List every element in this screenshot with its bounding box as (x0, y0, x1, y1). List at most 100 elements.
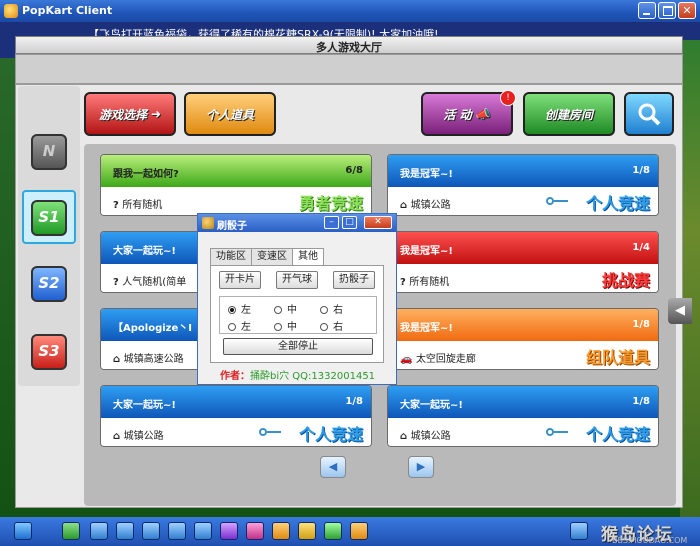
key-icon (546, 197, 568, 206)
tab-other[interactable]: 其他 (292, 248, 324, 266)
radio-dot (320, 306, 328, 314)
side-panel-toggle[interactable]: ◀ (668, 298, 692, 324)
room-player-count: 1/8 (632, 396, 650, 407)
open-card-button[interactable]: 开卡片 (219, 271, 261, 289)
channel-s3-button[interactable]: S3 (31, 334, 67, 370)
maximize-button[interactable] (658, 2, 676, 19)
chart-icon[interactable] (194, 522, 212, 540)
dialog-tabs: 功能区 变速区 其他 (210, 248, 324, 266)
trophy-icon[interactable] (298, 522, 316, 540)
window-titlebar[interactable]: PopKart Client ✕ (0, 0, 700, 22)
room-body: ⌂ 城镇公路 个人竞速 (388, 418, 658, 446)
info-panel (15, 54, 683, 84)
room-title: 我是冠军~! (400, 323, 453, 334)
room-card[interactable]: 我是冠军~! 1/8 🚗 太空回旋走廊 组队道具 (387, 308, 659, 370)
game-select-button[interactable]: 游戏选择 ➜ (84, 92, 176, 136)
radio-center[interactable]: 中 (274, 318, 297, 333)
room-header: 大家一起玩~! 1/8 (101, 386, 371, 418)
minimize-button[interactable] (638, 2, 656, 19)
window-title: PopKart Client (22, 4, 113, 17)
room-title: 大家一起玩~! (113, 246, 176, 257)
coin-icon[interactable] (272, 522, 290, 540)
radio-right[interactable]: 右 (320, 301, 343, 316)
room-map: ⌂ 城镇公路 (400, 196, 451, 211)
create-room-button[interactable]: 创建房间 (523, 92, 615, 136)
room-mode: 挑战赛 (601, 271, 650, 290)
mail-icon[interactable] (350, 522, 368, 540)
channel-s2-button[interactable]: S2 (31, 266, 67, 302)
radio-dot-checked (228, 306, 236, 314)
game-select-label: 游戏选择 (98, 107, 147, 122)
dialog-close-button[interactable]: ✕ (364, 216, 392, 229)
dialog-titlebar[interactable]: 刷骰子 – □ ✕ (198, 214, 396, 232)
back-icon[interactable] (62, 522, 80, 540)
question-icon: ? (113, 277, 123, 288)
gift-icon[interactable] (246, 522, 264, 540)
author-label: 作者： (220, 371, 250, 382)
start-icon[interactable] (14, 522, 32, 540)
radio-dot (274, 323, 282, 331)
close-button[interactable]: ✕ (678, 2, 696, 19)
megaphone-icon: 📣 (475, 107, 491, 121)
next-page-button[interactable]: ▶ (408, 456, 434, 478)
room-map-name: 所有随机 (122, 200, 163, 211)
search-room-button[interactable] (624, 92, 674, 136)
prev-page-button[interactable]: ◀ (320, 456, 346, 478)
dialog-app-icon (202, 217, 214, 229)
my-items-label: 个人道具 (205, 107, 254, 122)
channel-n-button[interactable]: N (31, 134, 67, 170)
room-map: ⌂ 城镇公路 (113, 427, 164, 442)
question-icon: ? (400, 277, 410, 288)
room-mode: 个人竞速 (298, 425, 363, 444)
house-icon: ⌂ (400, 431, 411, 442)
radio-dot (320, 323, 328, 331)
room-card[interactable]: 跟我一起如何? 6/8 ? 所有随机 勇者竞速 (100, 154, 372, 216)
throw-dice-button[interactable]: 扔骰子 (333, 271, 375, 289)
tab-speed[interactable]: 变速区 (251, 248, 293, 265)
room-body: ? 所有随机 挑战赛 (388, 264, 658, 292)
shop-icon[interactable] (220, 522, 238, 540)
room-body: ⌂ 城镇公路 个人竞速 (388, 187, 658, 215)
room-player-count: 1/8 (632, 165, 650, 176)
room-body: 🚗 太空回旋走廊 组队道具 (388, 341, 658, 369)
room-card[interactable]: 大家一起玩~! 1/8 ⌂ 城镇公路 个人竞速 (387, 385, 659, 447)
home-icon[interactable] (116, 522, 134, 540)
room-card[interactable]: 我是冠军~! 1/4 ? 所有随机 挑战赛 (387, 231, 659, 293)
tab-function[interactable]: 功能区 (210, 248, 252, 265)
room-card[interactable]: 我是冠军~! 1/8 ⌂ 城镇公路 个人竞速 (387, 154, 659, 216)
radio-left[interactable]: 左 (228, 318, 251, 333)
chat-icon[interactable] (324, 522, 342, 540)
radio-right[interactable]: 右 (320, 318, 343, 333)
room-header: 我是冠军~! 1/8 (388, 155, 658, 187)
house-icon: ⌂ (400, 200, 411, 211)
room-map-name: 城镇公路 (410, 200, 451, 211)
room-header: 我是冠军~! 1/4 (388, 232, 658, 264)
house-icon: ⌂ (113, 354, 124, 365)
channel-s3-label: S3 (38, 342, 60, 360)
house-icon: ⌂ (113, 431, 124, 442)
radio-center[interactable]: 中 (274, 301, 297, 316)
events-label: 活 动 (443, 107, 472, 122)
help-icon[interactable] (570, 522, 588, 540)
radio-left[interactable]: 左 (228, 301, 251, 316)
stop-all-button[interactable]: 全部停止 (223, 338, 373, 355)
radio-label: 右 (333, 322, 343, 333)
open-balloon-button[interactable]: 开气球 (276, 271, 318, 289)
wrench-icon[interactable] (142, 522, 160, 540)
room-title: 【Apologize丶I (113, 323, 192, 334)
radio-dot (228, 323, 236, 331)
arrow-right-icon: ➜ (150, 107, 162, 121)
calculator-icon[interactable] (90, 522, 108, 540)
channel-s1-button[interactable]: S1 (31, 200, 67, 236)
room-card[interactable]: 大家一起玩~! 1/8 ⌂ 城镇公路 个人竞速 (100, 385, 372, 447)
my-items-button[interactable]: 个人道具 (184, 92, 276, 136)
dialog-maximize-button[interactable]: □ (342, 216, 357, 229)
room-map: ? 人气随机(简单 (113, 273, 186, 288)
app-icon (4, 4, 18, 18)
room-mode: 个人竞速 (585, 194, 650, 213)
radio-label: 左 (241, 322, 251, 333)
dialog-title: 刷骰子 (217, 221, 247, 232)
question-icon: ? (113, 200, 123, 211)
user-icon[interactable] (168, 522, 186, 540)
dialog-minimize-button[interactable]: – (324, 216, 339, 229)
